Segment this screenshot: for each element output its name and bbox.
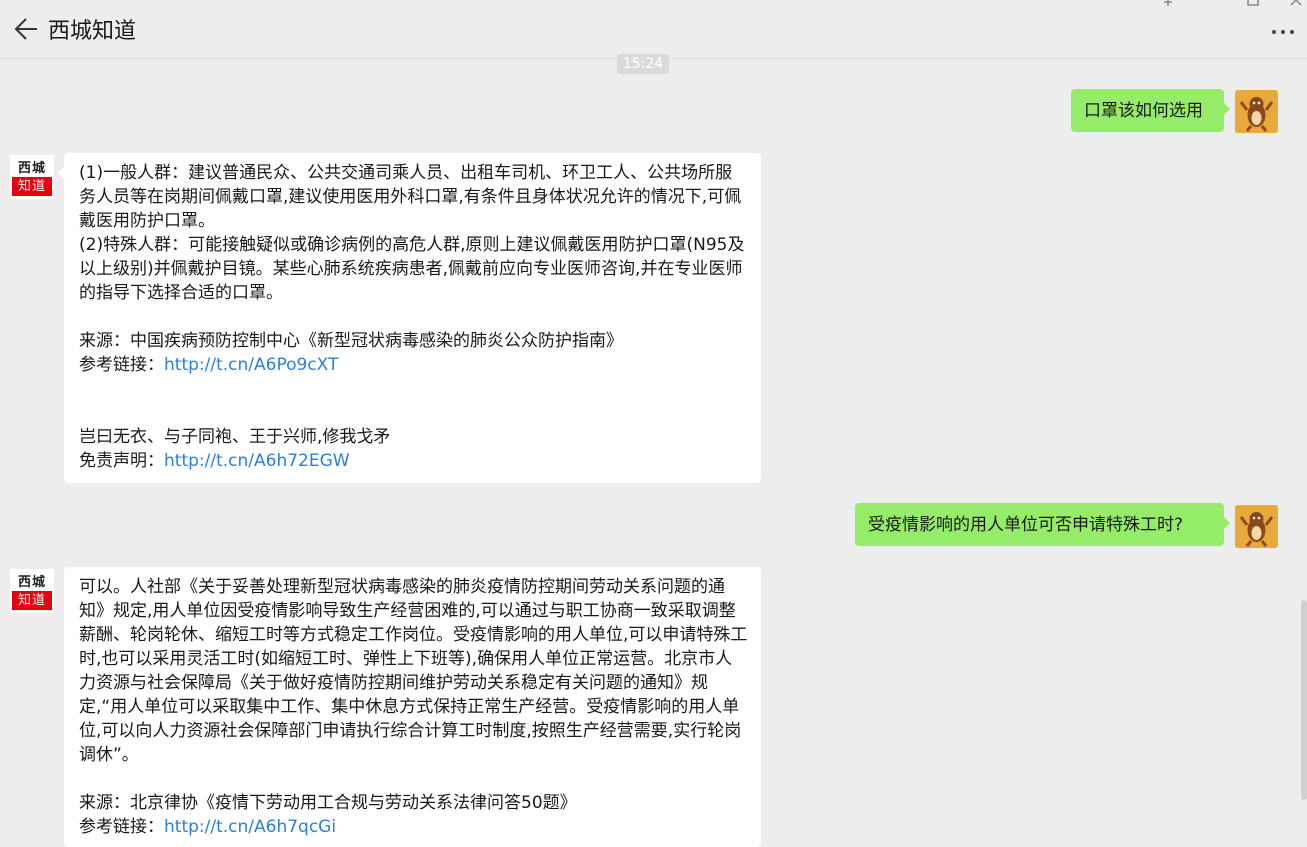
reference-line: 参考链接：http://t.cn/A6Po9cXT bbox=[79, 353, 748, 377]
user-message-text: 受疫情影响的用人单位可否申请特殊工时? bbox=[868, 515, 1184, 535]
more-options-icon[interactable] bbox=[1269, 20, 1299, 40]
bot-message-bubble[interactable]: (1)一般人群：建议普通民众、公共交通司乘人员、出租车司机、环卫工人、公共场所服… bbox=[58, 153, 761, 483]
timestamp: 15:24 bbox=[617, 54, 669, 74]
bot-avatar-line2: 知道 bbox=[12, 177, 52, 196]
reference-link[interactable]: http://t.cn/A6h7qcGi bbox=[164, 817, 336, 837]
bot-avatar-line1: 西城 bbox=[17, 575, 46, 590]
reference-line: 参考链接：http://t.cn/A6h7qcGi bbox=[79, 815, 748, 839]
disclaimer-line: 免责声明：http://t.cn/A6h72EGW bbox=[79, 449, 748, 473]
chipmunk-avatar-icon bbox=[1235, 90, 1278, 133]
bot-avatar[interactable]: 西城 知道 bbox=[10, 569, 54, 613]
bot-message-bubble[interactable]: 可以。人社部《关于妥善处理新型冠状病毒感染的肺炎疫情防控期间劳动关系问题的通知》… bbox=[64, 567, 761, 847]
top-bar: 西城知道 bbox=[0, 0, 1307, 59]
chat-title: 西城知道 bbox=[48, 19, 137, 44]
scrollbar[interactable] bbox=[1301, 600, 1307, 800]
back-arrow-icon[interactable] bbox=[12, 15, 40, 43]
bot-avatar-line2: 知道 bbox=[12, 591, 52, 610]
answer-paragraph: 可以。人社部《关于妥善处理新型冠状病毒感染的肺炎疫情防控期间劳动关系问题的通知》… bbox=[79, 577, 748, 765]
chipmunk-avatar-icon bbox=[1235, 505, 1278, 548]
disclaimer-link[interactable]: http://t.cn/A6h72EGW bbox=[164, 451, 350, 471]
pin-icon[interactable] bbox=[1160, 0, 1176, 8]
disclaimer-label: 免责声明： bbox=[79, 451, 164, 471]
user-message-text: 口罩该如何选用 bbox=[1084, 101, 1203, 121]
source-text: 来源：北京律协《疫情下劳动用工合规与劳动关系法律问答50题》 bbox=[79, 793, 577, 813]
user-avatar[interactable] bbox=[1235, 90, 1278, 133]
source-text: 来源：中国疾病预防控制中心《新型冠状病毒感染的肺炎公众防护指南》 bbox=[79, 331, 623, 351]
reference-link[interactable]: http://t.cn/A6Po9cXT bbox=[164, 355, 338, 375]
answer-paragraph: (1)一般人群：建议普通民众、公共交通司乘人员、出租车司机、环卫工人、公共场所服… bbox=[79, 163, 742, 231]
bot-avatar[interactable]: 西城 知道 bbox=[10, 155, 54, 199]
user-message-bubble[interactable]: 口罩该如何选用 bbox=[1071, 89, 1230, 132]
answer-paragraph: (2)特殊人群：可能接触疑似或确诊病例的高危人群,原则上建议佩戴医用防护口罩(N… bbox=[79, 235, 745, 303]
poem-text: 岂曰无衣、与子同袍、王于兴师,修我戈矛 bbox=[79, 427, 391, 447]
user-avatar[interactable] bbox=[1235, 505, 1278, 548]
close-icon[interactable] bbox=[1288, 0, 1304, 8]
user-message-bubble[interactable]: 受疫情影响的用人单位可否申请特殊工时? bbox=[855, 503, 1230, 546]
bot-avatar-line1: 西城 bbox=[17, 161, 46, 176]
maximize-icon[interactable] bbox=[1245, 0, 1261, 8]
reference-label: 参考链接： bbox=[79, 355, 164, 375]
reference-label: 参考链接： bbox=[79, 817, 164, 837]
